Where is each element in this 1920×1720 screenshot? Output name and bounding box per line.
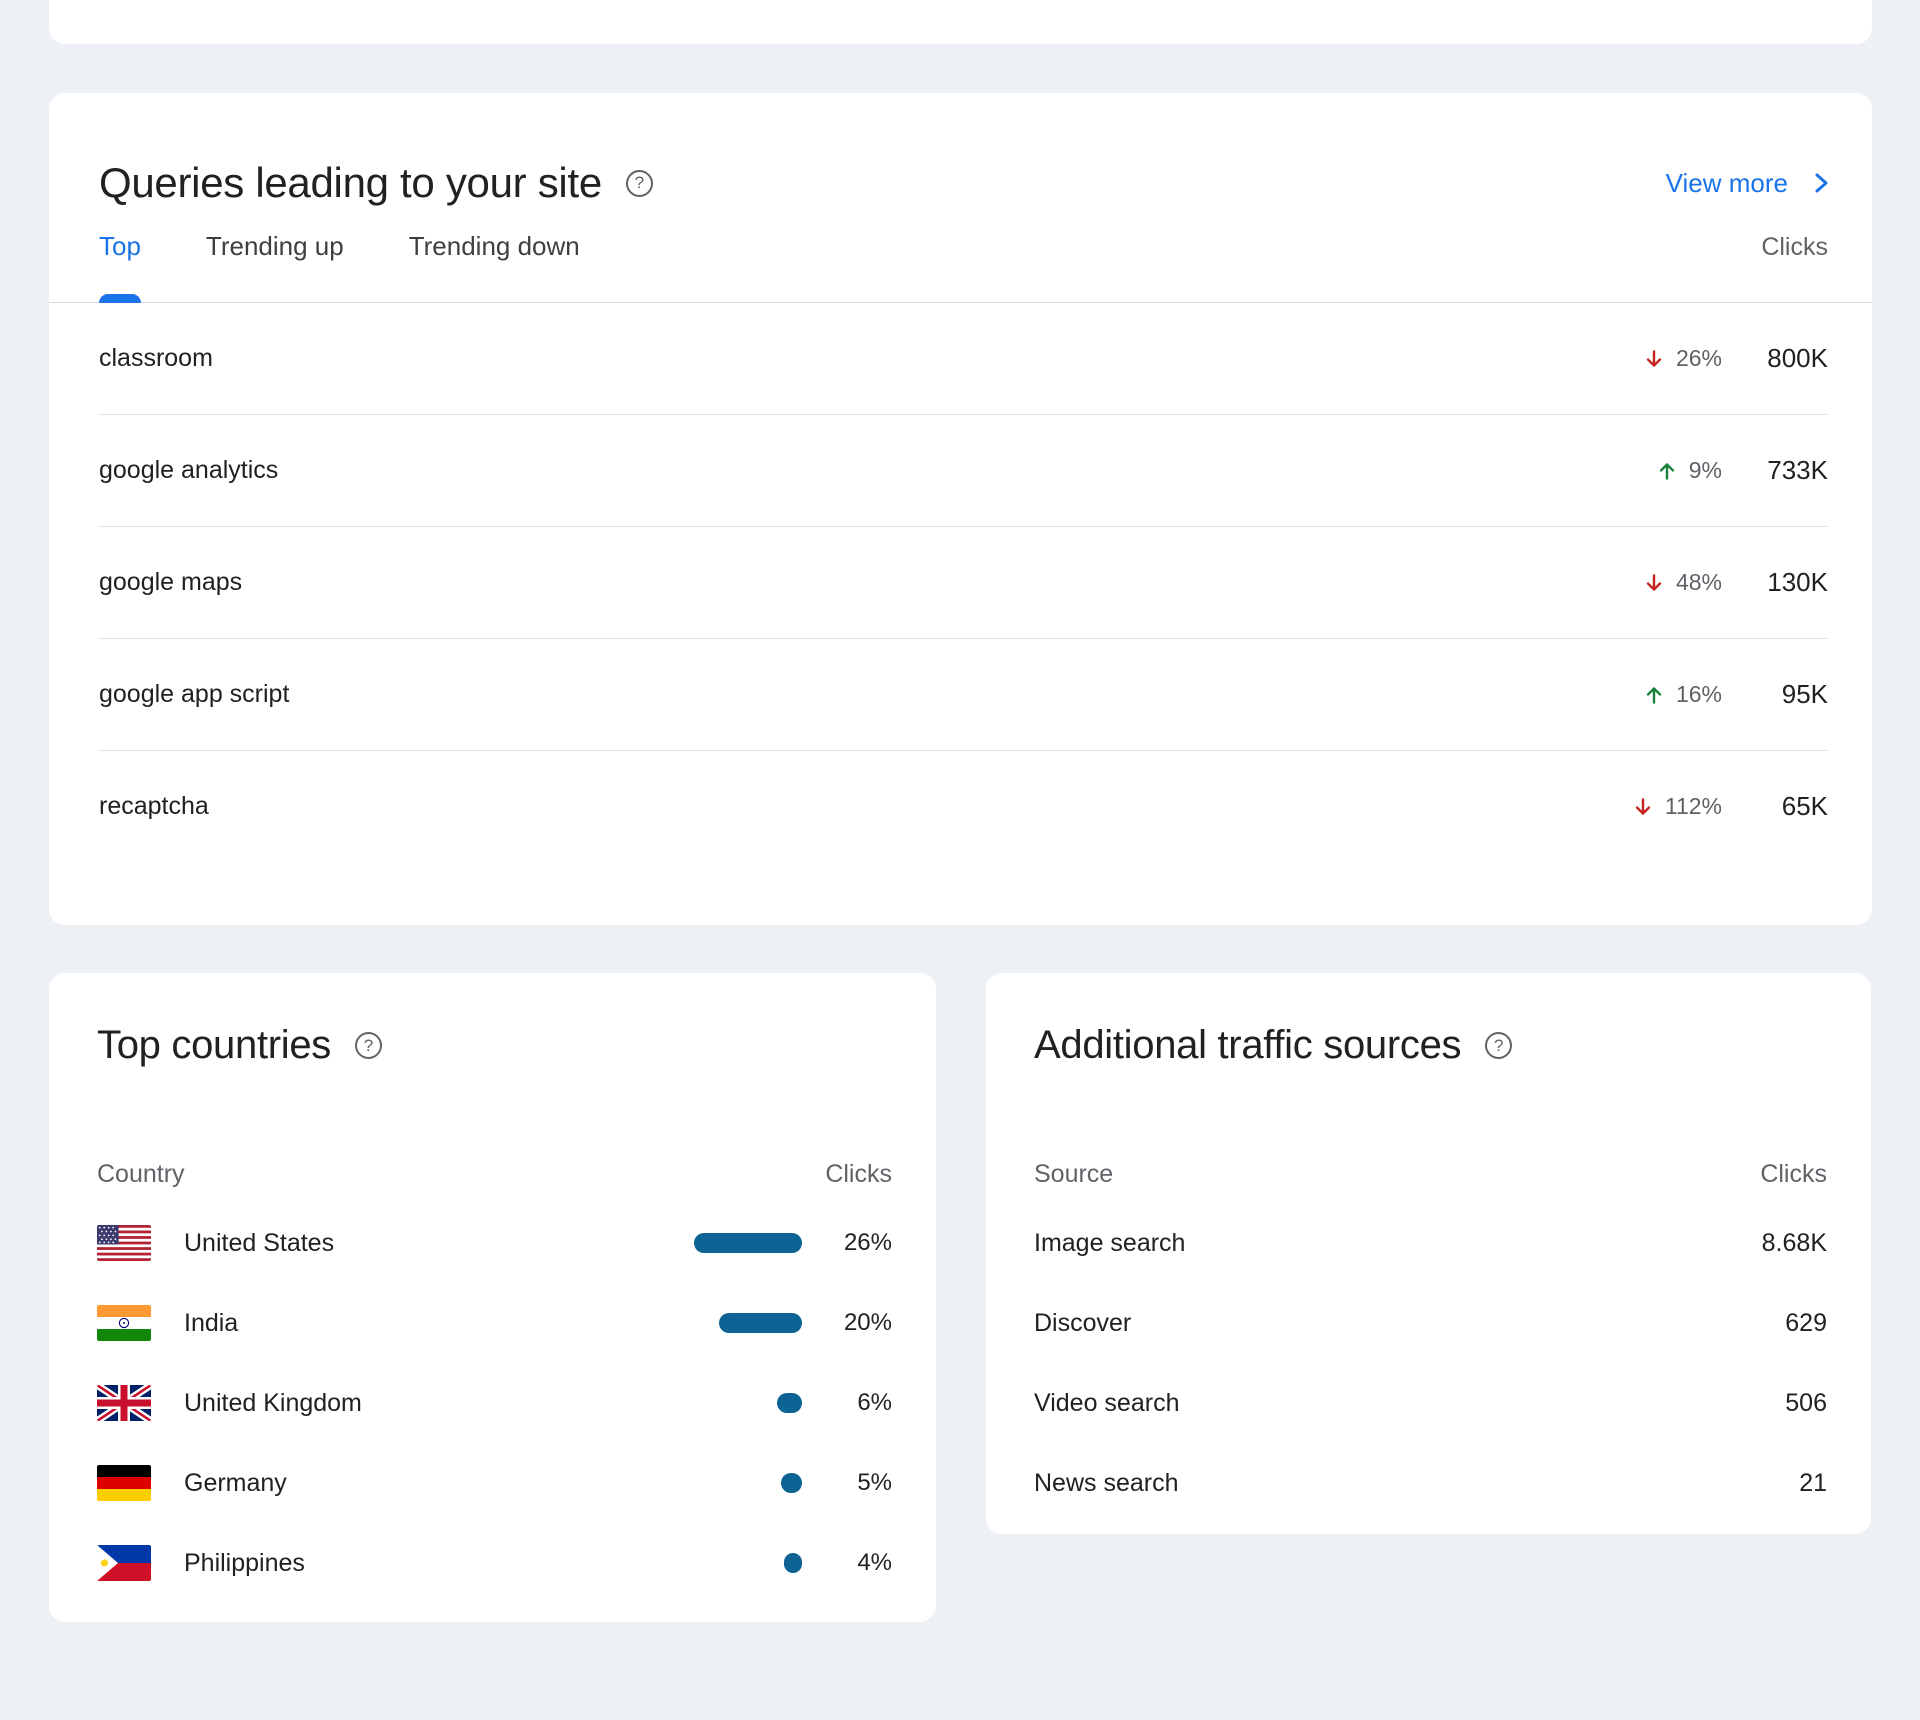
country-row: United States 26% <box>97 1203 892 1283</box>
clicks-column-header: Clicks <box>1760 1160 1827 1189</box>
help-icon[interactable]: ? <box>1485 1032 1512 1059</box>
us-flag-icon <box>97 1225 151 1261</box>
query-row[interactable]: classroom 26% 800K <box>99 303 1828 415</box>
country-column-header: Country <box>97 1160 185 1189</box>
top-countries-card: Top countries ? Country Clicks <box>49 973 936 1622</box>
germany-flag-icon <box>97 1465 151 1501</box>
source-clicks-value: 21 <box>1799 1469 1827 1498</box>
queries-card-title: Queries leading to your site <box>99 159 602 207</box>
top-countries-title: Top countries <box>97 1023 331 1068</box>
source-row: Discover 629 <box>1034 1283 1827 1363</box>
source-clicks-value: 629 <box>1785 1309 1827 1338</box>
country-clicks-bar <box>694 1233 802 1253</box>
clicks-value: 65K <box>1722 791 1828 822</box>
additional-traffic-title: Additional traffic sources <box>1034 1023 1461 1068</box>
view-more-label: View more <box>1666 168 1788 199</box>
philippines-flag-icon <box>97 1545 151 1581</box>
source-row: News search 21 <box>1034 1443 1827 1523</box>
trend-percent: 16% <box>1676 681 1722 708</box>
trend-down-icon <box>1641 570 1667 596</box>
query-label: google maps <box>99 568 1641 597</box>
trend-percent: 9% <box>1689 457 1722 484</box>
country-percent: 5% <box>802 1469 892 1497</box>
country-row: United Kingdom 6% <box>97 1363 892 1443</box>
tab-top[interactable]: Top <box>99 231 141 302</box>
source-row: Video search 506 <box>1034 1363 1827 1443</box>
countries-list: United States 26% India 20% <box>49 1203 936 1603</box>
tab-trending-down[interactable]: Trending down <box>409 231 580 302</box>
trend-up-icon <box>1654 458 1680 484</box>
additional-traffic-card: Additional traffic sources ? Source Clic… <box>986 973 1871 1534</box>
source-label: Discover <box>1034 1309 1785 1338</box>
query-label: recaptcha <box>99 792 1630 821</box>
country-percent: 20% <box>802 1309 892 1337</box>
source-row: Image search 8.68K <box>1034 1203 1827 1283</box>
country-row: Germany 5% <box>97 1443 892 1523</box>
source-clicks-value: 8.68K <box>1762 1229 1827 1258</box>
help-icon[interactable]: ? <box>626 170 653 197</box>
india-flag-icon <box>97 1305 151 1341</box>
country-percent: 6% <box>802 1389 892 1417</box>
view-more-link[interactable]: View more <box>1666 168 1828 199</box>
country-percent: 26% <box>802 1229 892 1257</box>
country-clicks-bar <box>784 1553 802 1573</box>
queries-list: classroom 26% 800K google analytics 9% 7… <box>49 303 1872 862</box>
queries-tab-bar: Top Trending up Trending down Clicks <box>49 207 1872 303</box>
country-label: India <box>184 1309 672 1338</box>
chevron-right-icon <box>1814 171 1828 195</box>
query-label: google app script <box>99 680 1641 709</box>
traffic-sources-list: Image search 8.68K Discover 629 Video se… <box>986 1203 1871 1523</box>
query-row[interactable]: google analytics 9% 733K <box>99 415 1828 527</box>
country-label: United Kingdom <box>184 1389 672 1418</box>
trend-percent: 48% <box>1676 569 1722 596</box>
clicks-column-header: Clicks <box>1761 233 1828 302</box>
clicks-value: 733K <box>1722 455 1828 486</box>
country-row: Philippines 4% <box>97 1523 892 1603</box>
query-label: classroom <box>99 344 1641 373</box>
trend-percent: 26% <box>1676 345 1722 372</box>
source-column-header: Source <box>1034 1160 1113 1189</box>
source-label: Video search <box>1034 1389 1785 1418</box>
trend-percent: 112% <box>1665 793 1722 820</box>
query-row[interactable]: recaptcha 112% 65K <box>99 751 1828 862</box>
country-clicks-bar <box>781 1473 802 1493</box>
tab-trending-up[interactable]: Trending up <box>206 231 344 302</box>
query-row[interactable]: google app script 16% 95K <box>99 639 1828 751</box>
source-label: News search <box>1034 1469 1799 1498</box>
queries-card: Queries leading to your site ? View more… <box>49 93 1872 925</box>
country-clicks-bar <box>719 1313 802 1333</box>
country-label: United States <box>184 1229 672 1258</box>
source-clicks-value: 506 <box>1785 1389 1827 1418</box>
query-label: google analytics <box>99 456 1654 485</box>
uk-flag-icon <box>97 1385 151 1421</box>
clicks-value: 800K <box>1722 343 1828 374</box>
country-row: India 20% <box>97 1283 892 1363</box>
clicks-column-header: Clicks <box>825 1160 892 1189</box>
source-label: Image search <box>1034 1229 1762 1258</box>
query-row[interactable]: google maps 48% 130K <box>99 527 1828 639</box>
trend-down-icon <box>1641 346 1667 372</box>
clicks-value: 130K <box>1722 567 1828 598</box>
help-icon[interactable]: ? <box>355 1032 382 1059</box>
country-percent: 4% <box>802 1549 892 1577</box>
country-label: Germany <box>184 1469 672 1498</box>
top-partial-card <box>49 0 1872 44</box>
country-clicks-bar <box>777 1393 802 1413</box>
trend-up-icon <box>1641 682 1667 708</box>
country-label: Philippines <box>184 1549 672 1578</box>
trend-down-icon <box>1630 794 1656 820</box>
clicks-value: 95K <box>1722 679 1828 710</box>
